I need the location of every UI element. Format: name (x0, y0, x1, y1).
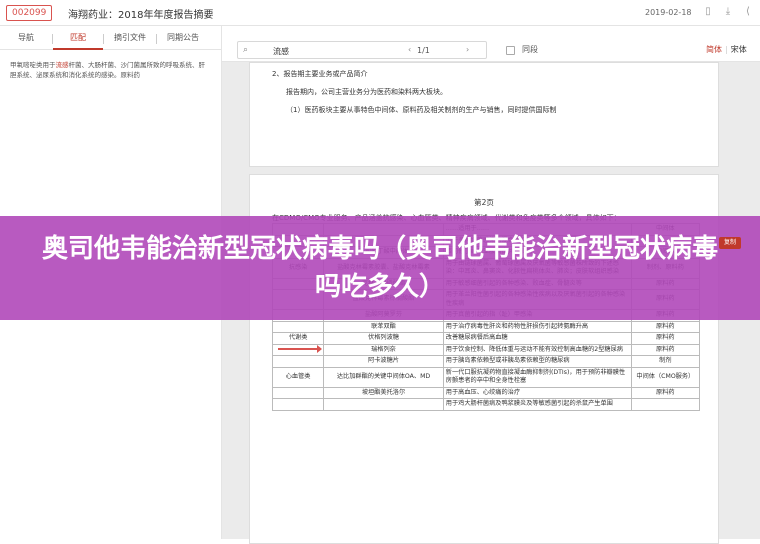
page-number: 第2页 (474, 198, 494, 207)
tab-cited-files[interactable]: 摘引文件 (104, 32, 156, 50)
search-input[interactable]: ⌕ 流感 ‹ 1/1 › (237, 41, 487, 59)
table-cell-type: 原料药 (630, 386, 701, 399)
table-cell-type (630, 398, 701, 411)
font-simplified-button[interactable]: 简体 (706, 45, 722, 54)
title-banner: 奥司他韦能治新型冠状病毒吗（奥司他韦能治新型冠状病毒吗吃多久） (0, 216, 760, 320)
table-cell-type: 原料药 (630, 343, 701, 356)
table-row: 瑞格列奈 用于饮食控制、降低体重与运动不能有效控制高血糖的2型糖尿病 原料药 (271, 343, 701, 356)
font-songti-button[interactable]: 宋体 (731, 45, 747, 54)
page-1: 2、报告期主要业务或产品简介 报告期内，公司主营业务分为医药和染料两大板块。 （… (249, 62, 719, 167)
table-cell-name (323, 398, 444, 411)
document-date: 2019-02-18 (645, 8, 692, 17)
tab-same-period[interactable]: 同期公告 (157, 32, 209, 50)
table-cell-use: 用于高血压、心绞痛的治疗 (442, 386, 632, 399)
table-cell-type: 原料药 (630, 320, 701, 333)
table-cell-cat (271, 398, 325, 411)
table-row: 代谢类 伏格列波糖 改善糖尿病餐后高血糖 原料药 (271, 332, 701, 345)
table-cell-use: 用于饮食控制、降低体重与运动不能有效控制高血糖的2型糖尿病 (442, 343, 632, 356)
snippet-tag: 原料药 (120, 71, 141, 79)
table-row: 心血管类 达比加群酯的关键中间体OA、MD 新一代口服抗凝药物直接凝血酶抑制剂(DT… (271, 366, 701, 388)
table-row: 阿卡波糖片 用于胰岛素依赖型或非胰岛素依赖型的糖尿病 制剂 (271, 355, 701, 368)
table-cell-use: 用于鸡大肠杆菌病及鸭浆膜炎及等敏感菌引起的杀鼠产生单围 (442, 398, 632, 411)
bookmark-icon[interactable]: ▯ (702, 6, 714, 18)
stock-code-badge[interactable]: 002099 (6, 5, 53, 21)
share-icon[interactable]: ⟨ (742, 6, 754, 18)
prev-match-icon[interactable]: ‹ (408, 45, 411, 54)
left-tabs: 导航 匹配 摘引文件 同期公告 (0, 26, 221, 50)
table-cell-cat (271, 386, 325, 399)
search-icon: ⌕ (243, 45, 249, 55)
table-cell-use: 新一代口服抗凝药物直接凝血酶抑制剂(DTIs)，用于预防非瓣膜性房颤患者的卒中和… (442, 366, 632, 388)
banner-title: 奥司他韦能治新型冠状病毒吗（奥司他韦能治新型冠状病毒吗吃多久） (41, 234, 718, 302)
tab-navigation[interactable]: 导航 (0, 32, 52, 50)
page1-line: 报告期内，公司主营业务分为医药和染料两大板块。 (286, 88, 447, 96)
table-cell-type: 中间体（CMO服务） (630, 366, 701, 388)
red-arrow (278, 345, 322, 353)
table-cell-cat: 心血管类 (271, 366, 325, 388)
table-cell-name: 达比加群酯的关键中间体OA、MD (323, 366, 444, 388)
search-bar: ⌕ 流感 ‹ 1/1 › 同段 简体 | 宋体 (222, 38, 760, 62)
same-paragraph-label: 同段 (522, 45, 538, 54)
page1-line: （1）医药板块主要从事特色中间体、原料药及相关制剂的生产与销售，同时提供国际制 (286, 106, 557, 114)
font-switch: 简体 | 宋体 (706, 45, 747, 54)
download-icon[interactable]: ⤓ (722, 6, 734, 18)
document-title: 海翔药业：2018年年度报告摘要 (68, 10, 214, 21)
top-bar: 002099 海翔药业：2018年年度报告摘要 2019-02-18 ▯ ⤓ ⟨ (0, 0, 760, 26)
snippet-text: 甲氧嘧啶类用于 (10, 61, 56, 69)
match-pager: 1/1 (417, 46, 430, 55)
snippet-highlight: 流感 (55, 61, 69, 69)
page1-line: 2、报告期主要业务或产品简介 (272, 70, 368, 78)
table-row: 用于鸡大肠杆菌病及鸭浆膜炎及等敏感菌引起的杀鼠产生单围 (271, 398, 701, 411)
search-value: 流感 (273, 47, 289, 56)
table-cell-name: 坡坦酯美托洛尔 (323, 386, 444, 399)
table-cell-name: 瑞格列奈 (323, 343, 444, 356)
table-cell-cat: 代谢类 (271, 332, 325, 345)
table-cell-name: 联苯双酯 (323, 320, 444, 333)
table-row: 坡坦酯美托洛尔 用于高血压、心绞痛的治疗 原料药 (271, 386, 701, 399)
table-row: 联苯双酯 用于治疗病毒性肝炎和药物性肝损伤引起转氨酶升高 原料药 (271, 320, 701, 333)
table-cell-name: 伏格列波糖 (323, 332, 444, 345)
table-cell-use: 改善糖尿病餐后高血糖 (442, 332, 632, 345)
copy-badge[interactable]: 复制 (719, 237, 741, 249)
table-cell-use: 用于胰岛素依赖型或非胰岛素依赖型的糖尿病 (442, 355, 632, 368)
table-cell-cat (271, 320, 325, 333)
table-cell-use: 用于治疗病毒性肝炎和药物性肝损伤引起转氨酶升高 (442, 320, 632, 333)
match-snippet[interactable]: 甲氧嘧啶类用于流感杆菌、大肠杆菌、沙门菌属所致的呼吸系统、肝胆系统、泌尿系统和消… (10, 60, 211, 80)
next-match-icon[interactable]: › (466, 45, 469, 54)
table-cell-cat (271, 355, 325, 368)
same-paragraph-checkbox[interactable] (506, 46, 515, 55)
table-cell-type: 原料药 (630, 332, 701, 345)
table-cell-type: 制剂 (630, 355, 701, 368)
tab-match[interactable]: 匹配 (53, 32, 103, 50)
table-cell-name: 阿卡波糖片 (323, 355, 444, 368)
